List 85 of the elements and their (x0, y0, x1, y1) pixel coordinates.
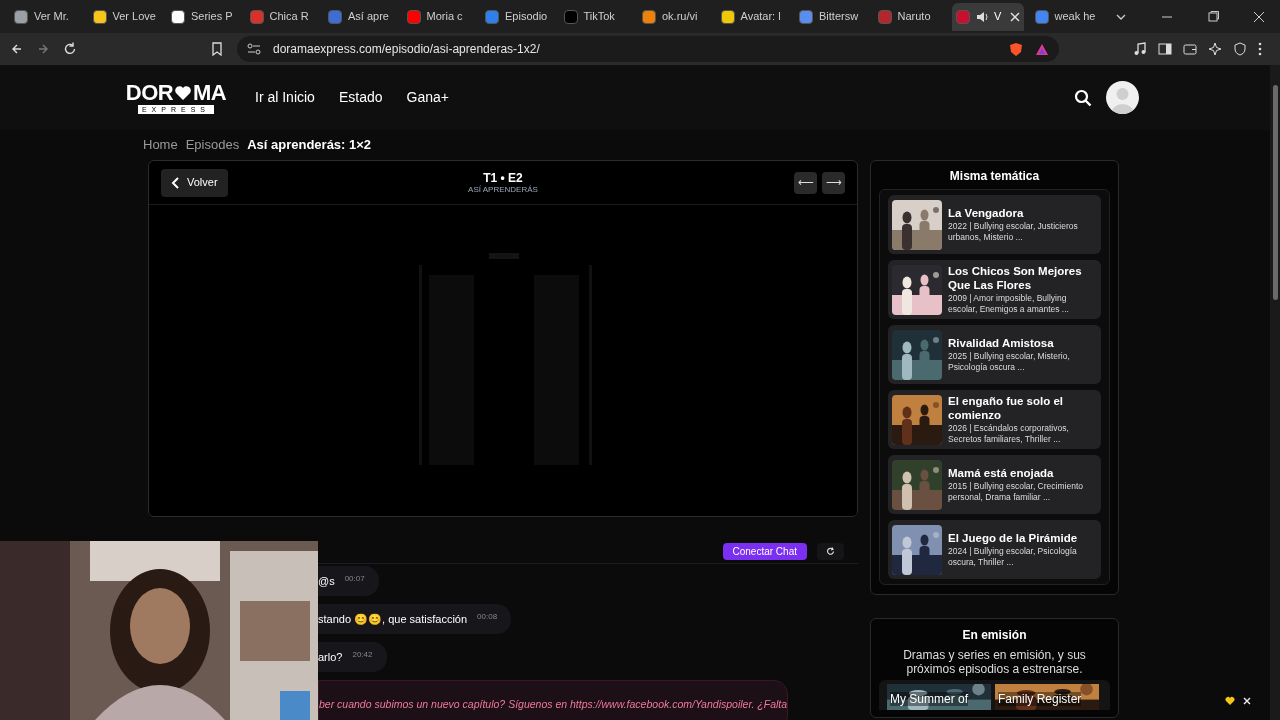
breadcrumb-link[interactable]: Episodes (185, 135, 240, 155)
connect-chat-button[interactable]: Conectar Chat (722, 543, 807, 560)
browser-tab[interactable]: Moria c (402, 2, 475, 31)
triangle-icon[interactable] (1035, 42, 1049, 56)
browser-tab[interactable]: Episodio (481, 2, 553, 31)
card-title: Family Register (998, 692, 1082, 706)
browser-tab[interactable]: TikTok (559, 2, 632, 31)
show-card[interactable]: El Juego de la Pirámide 2024 | Bullying escolar, Psicología oscura, Thriller ... (888, 520, 1101, 579)
sparkle-icon[interactable] (1208, 42, 1222, 56)
speaker-icon (976, 10, 988, 23)
browser-tab[interactable]: Naruto (873, 2, 946, 31)
browser-tab[interactable]: Así apre (324, 2, 396, 31)
show-title: Rivalidad Amistosa (948, 336, 1055, 350)
site-settings-icon[interactable] (247, 43, 261, 55)
nav-link[interactable]: Gana+ (406, 87, 449, 108)
show-card[interactable]: My Summer of (887, 684, 991, 710)
card-title: My Summer of (890, 692, 968, 706)
message-text: @s (318, 574, 335, 588)
browser-tab[interactable]: ok.ru/vi (638, 2, 710, 31)
show-meta: 2022 | Bullying escolar, Justicieros urbanos, Misterio ... (948, 221, 1079, 243)
nav-link[interactable]: Ir al Inicio (255, 87, 315, 108)
episode-number: T1 • E2 (483, 171, 523, 185)
notice-text: ber cuando subimos un nuevo capítulo? Síguenos en https://www.facebook.com/Yandispoiler. ¿Falta (319, 698, 788, 710)
show-meta: 2025 | Bullying escolar, Misterio, Psicología oscura ... (948, 351, 1071, 373)
breadcrumb-link[interactable]: Home (143, 135, 178, 155)
browser-tab[interactable]: Ver Mr. (10, 2, 82, 31)
bookmark-icon[interactable] (211, 42, 223, 56)
show-title: El Juego de la Pirámide (948, 531, 1079, 545)
show-meta: 2009 | Amor imposible, Bullying escolar, Enemigos a amantes ... (948, 293, 1070, 315)
close-icon[interactable] (1010, 11, 1020, 22)
show-title: La Vengadora (948, 206, 1025, 220)
section-title: Misma temática (948, 168, 1041, 185)
browser-tab[interactable]: Series P (167, 2, 239, 31)
message-text: stando 😊😊, que satisfacción (318, 612, 468, 626)
search-icon[interactable] (1074, 88, 1092, 107)
browser-tab[interactable]: weak he (1030, 2, 1103, 31)
section-title: En emisión (961, 627, 1028, 644)
show-card[interactable]: Mamá está enojada 2015 | Bullying escolar, Crecimiento personal, Drama familiar ... (888, 455, 1101, 514)
show-title: Mamá está enojada (948, 466, 1055, 480)
music-icon[interactable] (1133, 42, 1147, 56)
heart-icon (174, 84, 193, 101)
forward-arrow-icon[interactable] (37, 43, 49, 55)
refresh-button[interactable] (817, 543, 844, 560)
scrollbar-thumb[interactable] (1272, 85, 1278, 300)
show-card[interactable]: El engaño fue solo el comienzo 2026 | Escándalos corporativos, Secretos familiares, Thriller ... (888, 390, 1101, 449)
browser-tab[interactable]: Ver Love (88, 2, 161, 31)
message-text: arlo? (318, 650, 343, 664)
show-card[interactable]: Rivalidad Amistosa 2025 | Bullying escolar, Misterio, Psicología oscura ... (888, 325, 1101, 384)
close-icon[interactable] (1253, 10, 1265, 23)
show-card[interactable]: Los Chicos Son Mejores Que Las Flores 2009 | Amor imposible, Bullying escolar, Enemigos a amantes ... (888, 260, 1101, 319)
maximize-icon[interactable] (1207, 10, 1219, 23)
back-button[interactable]: Volver (161, 168, 228, 197)
episode-title: ASÍ APRENDERÁS (468, 185, 538, 195)
section-description: Dramas y series en emisión, y sus próximos episodios a estrenarse. (902, 648, 1087, 676)
address-bar[interactable]: doramaexpress.com/episodio/asi-aprenderas-1x2/ (237, 36, 1059, 62)
show-card[interactable]: Family Register (995, 684, 1099, 710)
sidebar-icon[interactable] (1158, 42, 1172, 56)
next-button[interactable]: ⟶ (822, 171, 845, 194)
heart-icon[interactable] (1225, 696, 1235, 706)
back-arrow-icon[interactable] (11, 43, 23, 55)
browser-tab[interactable]: V (952, 2, 1024, 31)
lion-shield-icon[interactable] (1009, 41, 1023, 57)
more-icon[interactable] (1258, 42, 1262, 56)
wallet-icon[interactable] (1183, 42, 1197, 56)
browser-tab[interactable]: Bittersw (795, 2, 867, 31)
browser-tab[interactable]: Chica R (245, 2, 318, 31)
browser-tab[interactable]: Avatar: l (716, 2, 789, 31)
show-meta: 2015 | Bullying escolar, Crecimiento personal, Drama familiar ... (948, 481, 1084, 503)
breadcrumb-current: Así aprenderás: 1×2 (247, 136, 372, 155)
show-title: El engaño fue solo el comienzo (948, 394, 1065, 422)
show-meta: 2026 | Escándalos corporativos, Secretos familiares, Thriller ... (948, 423, 1070, 445)
avatar-icon[interactable] (1106, 81, 1139, 114)
nav-link[interactable]: Estado (338, 87, 383, 108)
reload-icon[interactable] (63, 42, 77, 56)
message-time: 00:08 (477, 612, 498, 622)
chevron-left-icon (171, 176, 179, 189)
previous-button[interactable]: ⟵ (794, 171, 817, 194)
show-title: Los Chicos Son Mejores Que Las Flores (948, 264, 1083, 292)
show-meta: 2024 | Bullying escolar, Psicología oscura, Thriller ... (948, 546, 1078, 568)
scrollbar[interactable] (1270, 65, 1280, 720)
shield-icon[interactable] (1233, 42, 1247, 56)
message-time: 00:07 (344, 574, 365, 584)
refresh-icon (826, 547, 835, 556)
show-card[interactable]: La Vengadora 2022 | Bullying escolar, Justicieros urbanos, Misterio ... (888, 195, 1101, 254)
message-time: 20:42 (352, 650, 373, 660)
